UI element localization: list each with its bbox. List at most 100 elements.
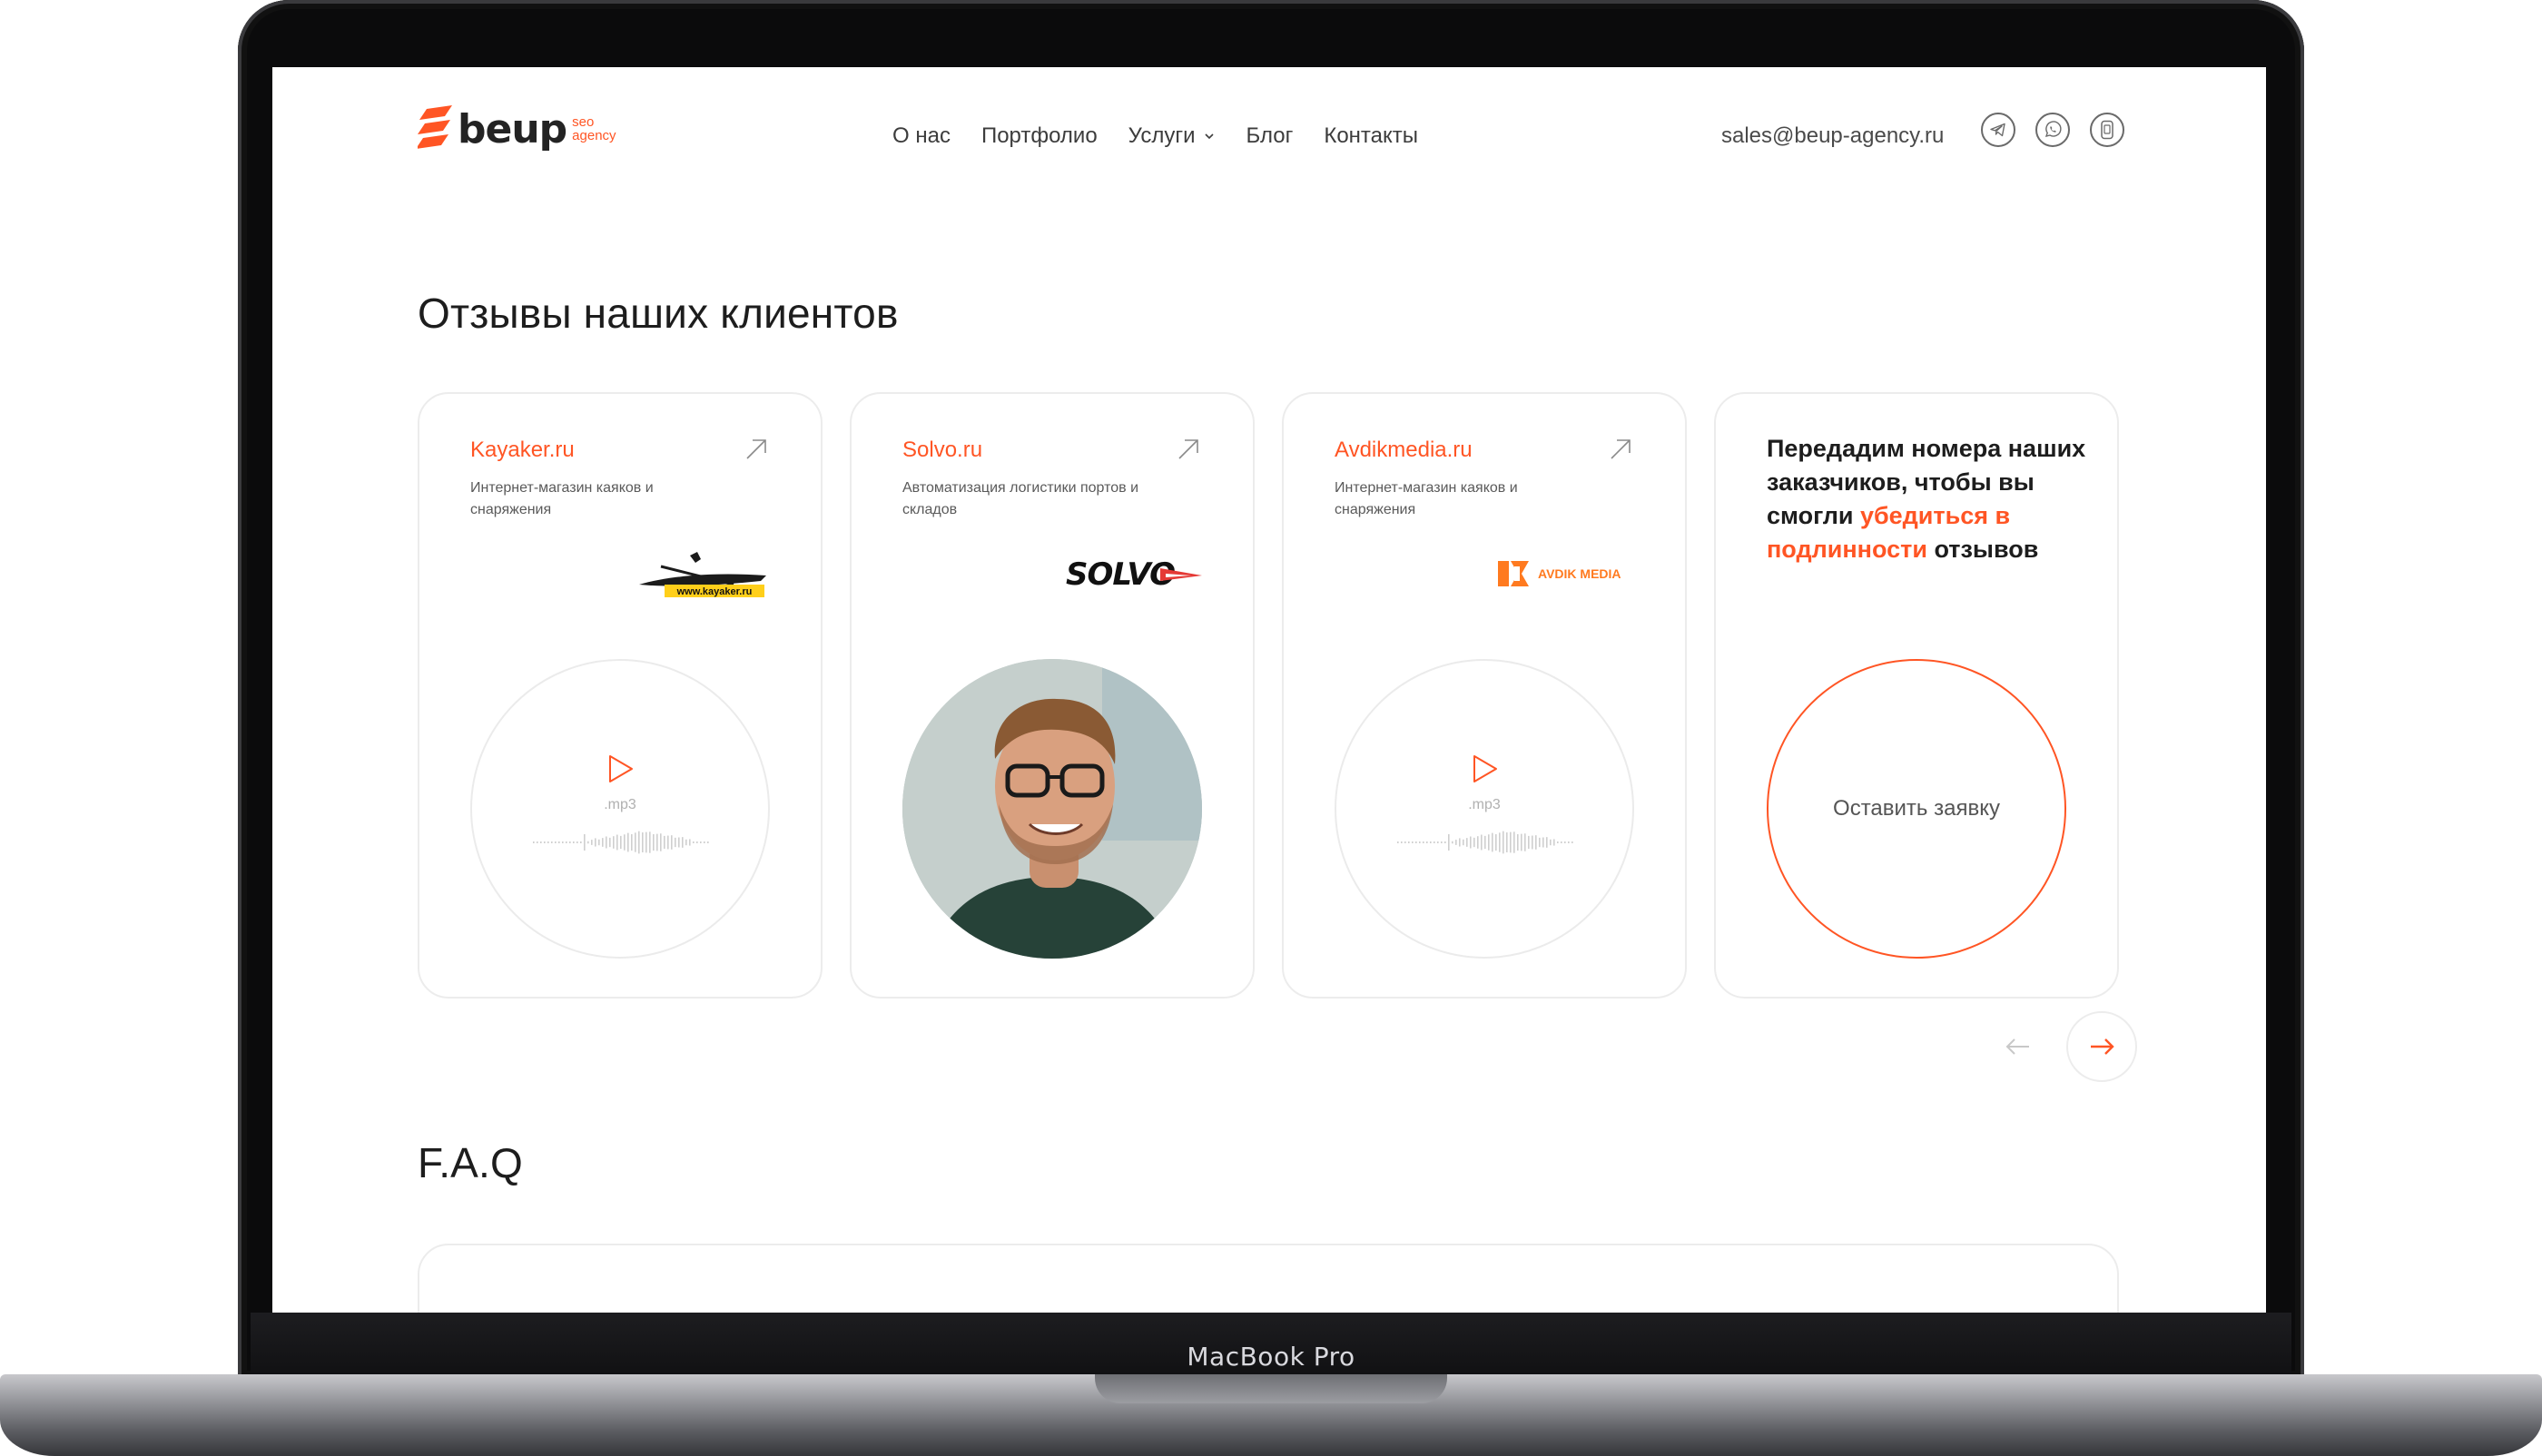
waveform-bar: [667, 835, 669, 850]
waveform-bar: [635, 832, 636, 852]
audio-player[interactable]: .mp3: [470, 659, 770, 959]
review-card[interactable]: Avdikmedia.ru Интернет-магазин каяков и …: [1282, 392, 1687, 999]
review-description: Интернет-магазин каяков и снаряжения: [470, 480, 654, 517]
logo-sub-line2: agency: [572, 128, 616, 143]
waveform-bar: [1430, 841, 1432, 843]
external-link-arrow-icon[interactable]: [1609, 438, 1632, 461]
kayaker-logo-icon: www.kayaker.ru: [639, 552, 766, 597]
avdik-logo-text: AVDIK MEDIA: [1538, 566, 1621, 581]
waveform-bar: [707, 841, 709, 843]
cta-card: Передадим номера наших заказчиков, чтобы…: [1714, 392, 2119, 999]
waveform-bar: [689, 839, 691, 846]
waveform-bar: [616, 834, 618, 851]
leave-request-button[interactable]: Оставить заявку: [1767, 659, 2066, 959]
waveform-bar: [591, 840, 593, 845]
waveform-bar: [627, 832, 629, 852]
nav-item-portfolio[interactable]: Портфолио: [981, 123, 1098, 149]
phone-button[interactable]: [2090, 113, 2124, 147]
waveform-bar: [664, 835, 665, 850]
waveform-bar: [660, 833, 662, 851]
waveform-bar: [558, 841, 560, 843]
waveform-bar: [1550, 839, 1552, 846]
waveform-bar: [1463, 839, 1464, 846]
review-site-link[interactable]: Kayaker.ru: [470, 438, 575, 463]
cta-text-part: отзывов: [1926, 536, 2039, 563]
solvo-logo-icon: SOLVO: [1066, 556, 1202, 593]
waveform-bar: [1481, 834, 1483, 851]
device-label: MacBook Pro: [1187, 1342, 1355, 1372]
waveform-bar: [1415, 841, 1417, 843]
review-site-link[interactable]: Avdikmedia.ru: [1335, 438, 1473, 463]
client-logo-avdik: AVDIK MEDIA: [1498, 546, 1634, 601]
waveform-bar: [595, 838, 596, 847]
waveform-bar: [587, 841, 589, 844]
play-icon[interactable]: [1469, 753, 1500, 784]
waveform-bar: [1564, 841, 1566, 843]
waveform-bar: [649, 831, 651, 853]
client-photo[interactable]: [902, 659, 1202, 959]
waveform-bar: [544, 841, 546, 843]
email-link[interactable]: sales@beup-agency.ru: [1721, 123, 1944, 149]
waveform-bar: [700, 841, 702, 843]
review-description: Интернет-магазин каяков и снаряжения: [1335, 480, 1518, 517]
waveform-bar: [1401, 841, 1403, 843]
nav-item-blog[interactable]: Блог: [1246, 123, 1293, 149]
waveform-bar: [1426, 841, 1428, 843]
slider-next-button[interactable]: [2066, 1011, 2137, 1082]
faq-title: F.A.Q: [418, 1139, 524, 1186]
waveform-bar: [540, 841, 542, 843]
review-card[interactable]: Kayaker.ru Интернет-магазин каяков и сна…: [418, 392, 823, 999]
waveform-bar: [1528, 835, 1530, 850]
waveform-bar: [1557, 841, 1559, 843]
waveform-bar: [1524, 833, 1526, 851]
faq-item[interactable]: [418, 1244, 2119, 1313]
external-link-arrow-icon[interactable]: [744, 438, 768, 461]
waveform-bar: [1561, 841, 1562, 843]
waveform-bar: [1455, 840, 1457, 845]
whatsapp-button[interactable]: [2035, 113, 2070, 147]
waveform-bar: [678, 837, 680, 848]
slider-controls: [1983, 1011, 2137, 1082]
nav-label: Контакты: [1324, 123, 1419, 148]
waveform-bar: [675, 837, 676, 848]
audio-player[interactable]: .mp3: [1335, 659, 1634, 959]
waveform-bar: [1437, 841, 1439, 843]
nav-item-contacts[interactable]: Контакты: [1324, 123, 1418, 149]
audio-waveform: [1397, 831, 1573, 854]
play-icon[interactable]: [605, 753, 636, 784]
phone-icon: [2101, 120, 2113, 140]
waveform-bar: [606, 836, 607, 849]
solvo-logo-text: SOLVO: [1066, 556, 1175, 593]
waveform-bar: [1517, 833, 1519, 851]
waveform-bar: [1503, 831, 1504, 854]
review-site-link[interactable]: Solvo.ru: [902, 438, 982, 463]
nav-item-services[interactable]: Услуги: [1128, 123, 1216, 149]
waveform-bar: [1542, 837, 1544, 848]
external-link-arrow-icon[interactable]: [1177, 438, 1200, 461]
waveform-bar: [580, 841, 582, 843]
waveform-bar: [638, 831, 640, 854]
waveform-bar: [682, 837, 684, 848]
client-logo-solvo: SOLVO: [1066, 546, 1202, 601]
waveform-bar: [547, 841, 549, 843]
arrow-left-icon: [2005, 1038, 2029, 1055]
nav-label: Услуги: [1128, 123, 1196, 148]
waveform-bar: [631, 833, 633, 851]
waveform-bar: [613, 836, 615, 849]
audio-format-label: .mp3: [1468, 797, 1501, 812]
waveform-bar: [562, 841, 564, 843]
telegram-button[interactable]: [1981, 113, 2015, 147]
waveform-bar: [1404, 841, 1406, 843]
waveform-bar: [1546, 837, 1548, 848]
waveform-bar: [685, 839, 687, 846]
waveform-bar: [1539, 837, 1541, 848]
nav-item-about[interactable]: О нас: [892, 123, 951, 149]
review-card[interactable]: Solvo.ru Автоматизация логистики портов …: [850, 392, 1255, 999]
slider-prev-button[interactable]: [1983, 1011, 2054, 1082]
waveform-bar: [1572, 841, 1573, 843]
waveform-bar: [1473, 837, 1475, 848]
logo[interactable]: beup seo agency: [418, 105, 616, 152]
waveform-bar: [1506, 832, 1508, 852]
chevron-down-icon: [1205, 133, 1215, 140]
laptop-notch: [1095, 1374, 1447, 1403]
